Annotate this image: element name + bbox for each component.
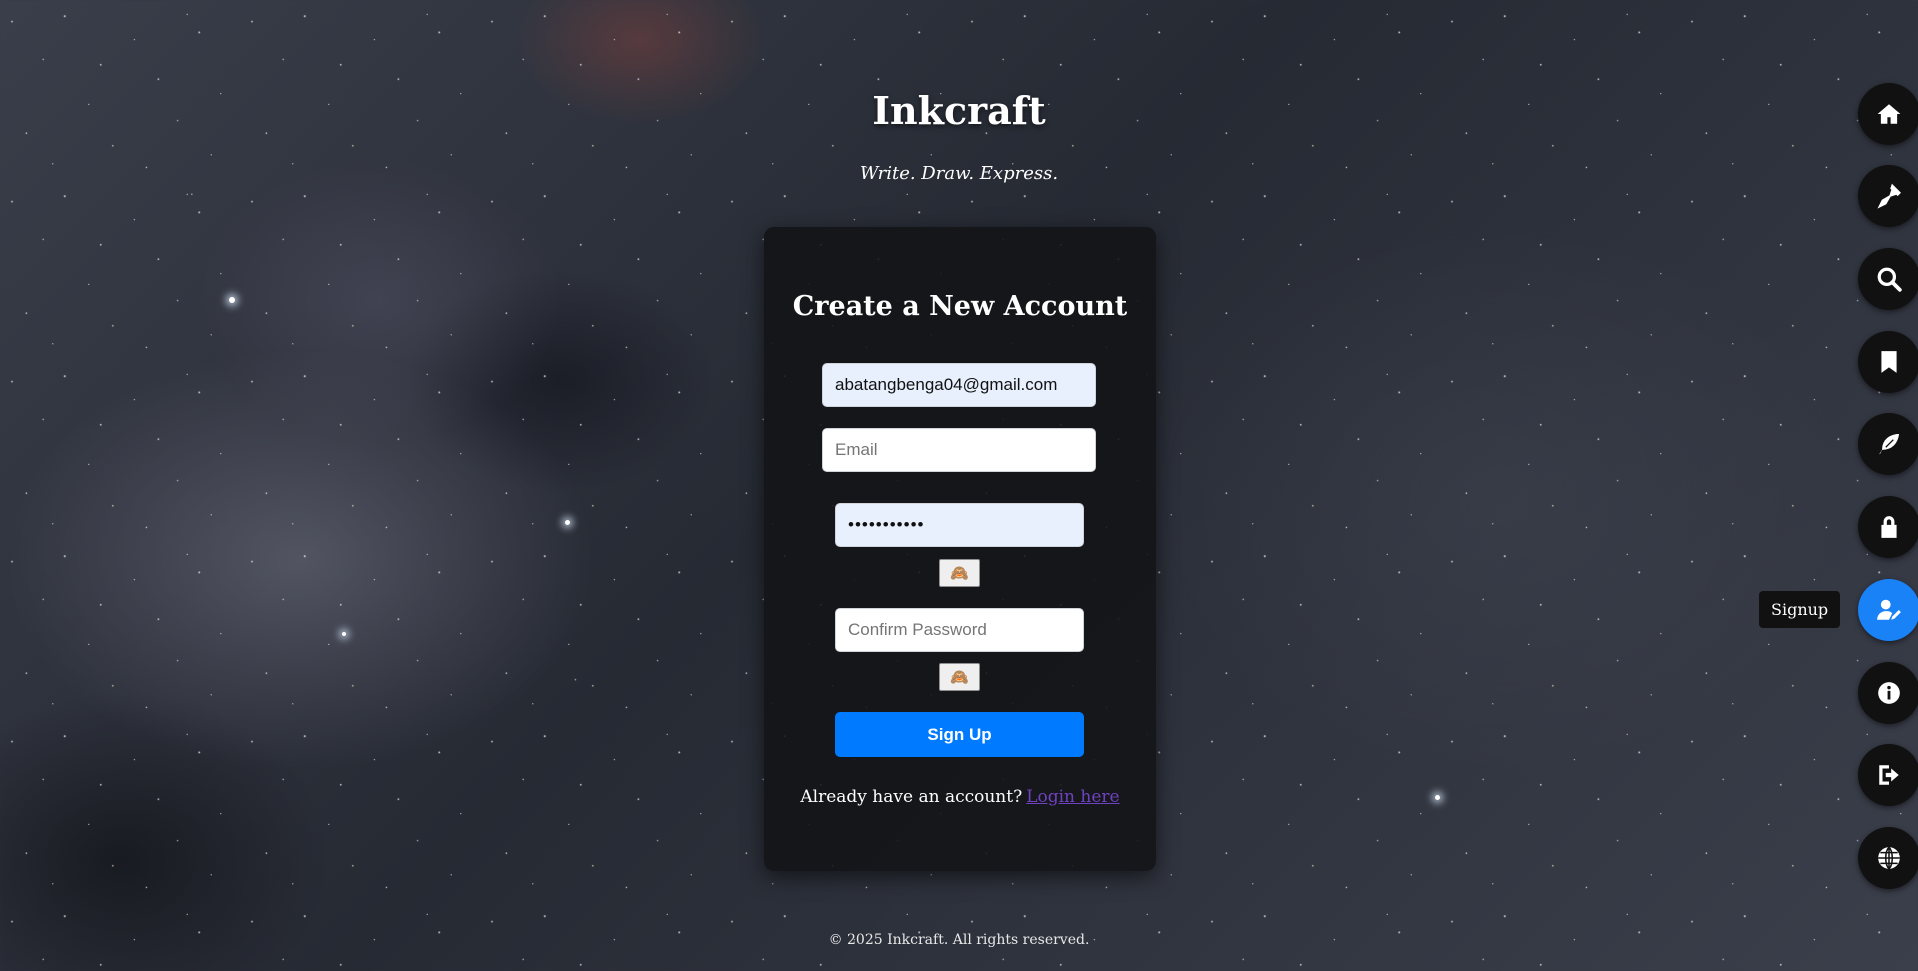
login-prompt-row: Already have an account? Login here (764, 787, 1156, 807)
see-no-evil-monkey-icon: 🙈 (950, 668, 969, 686)
nav-feather-button[interactable] (1858, 413, 1918, 475)
site-title: Inkcraft (872, 88, 1046, 133)
site-tagline: Write. Draw. Express. (859, 163, 1059, 184)
bright-star (342, 632, 346, 636)
toggle-confirm-password-visibility-button[interactable]: 🙈 (939, 663, 980, 691)
feather-icon (1877, 432, 1901, 456)
search-icon (1877, 267, 1902, 292)
username-input[interactable] (822, 363, 1096, 407)
toggle-password-visibility-button[interactable]: 🙈 (939, 559, 980, 587)
lock-icon (1881, 516, 1897, 538)
nav-write-button[interactable] (1858, 165, 1918, 227)
bright-star (565, 520, 570, 525)
see-no-evil-monkey-icon: 🙈 (950, 564, 969, 582)
nav-logout-button[interactable] (1858, 744, 1918, 806)
login-prompt-text: Already have an account? (800, 787, 1023, 807)
nav-lock-button[interactable] (1858, 496, 1918, 558)
signup-card: Create a New Account 🙈 🙈 Sign Up Already… (764, 227, 1156, 871)
sign-up-button[interactable]: Sign Up (835, 712, 1084, 757)
nav-language-button[interactable] (1858, 827, 1918, 889)
sign-out-icon (1879, 765, 1899, 785)
email-input[interactable] (822, 428, 1096, 472)
form-heading: Create a New Account (792, 291, 1128, 322)
pen-nib-icon (1877, 183, 1901, 209)
nav-about-button[interactable] (1858, 662, 1918, 724)
login-link[interactable]: Login here (1026, 787, 1119, 807)
confirm-password-input[interactable] (835, 608, 1084, 652)
nav-home-button[interactable] (1858, 83, 1918, 145)
nav-signup-button[interactable] (1858, 579, 1918, 641)
home-icon (1877, 104, 1901, 124)
password-input[interactable] (835, 503, 1084, 547)
footer-copyright: © 2025 Inkcraft. All rights reserved. (828, 932, 1090, 948)
nav-search-button[interactable] (1858, 248, 1918, 310)
bookmark-icon (1881, 351, 1897, 373)
signup-tooltip: Signup (1759, 591, 1841, 628)
info-icon (1878, 682, 1900, 704)
bright-star (229, 297, 235, 303)
user-pen-icon (1877, 599, 1901, 620)
nav-bookmarks-button[interactable] (1858, 331, 1918, 393)
globe-icon (1878, 846, 1900, 870)
bright-star (1435, 795, 1440, 800)
